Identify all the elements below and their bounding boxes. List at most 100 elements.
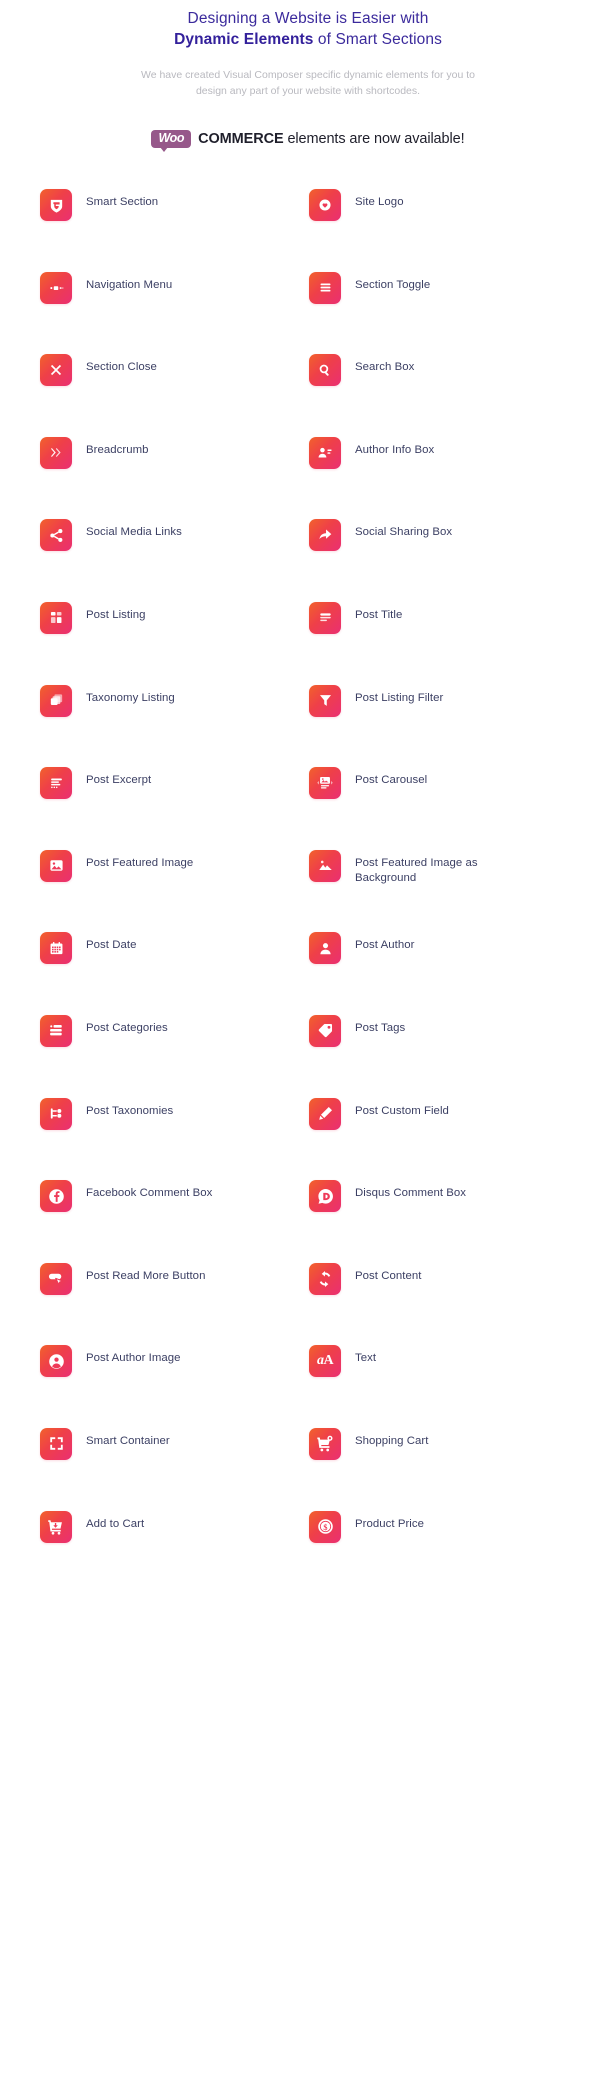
stacked-squares-icon [40, 684, 72, 717]
element-label: Post Listing [86, 608, 146, 621]
element-label: Add to Cart [86, 1517, 145, 1530]
element-item[interactable]: Post Categories [40, 1014, 309, 1097]
element-label: Post Date [86, 939, 137, 952]
hamburger-lines-icon [309, 271, 341, 304]
woocommerce-banner-text: COMMERCE elements are now available! [198, 130, 464, 148]
add-to-cart-icon [40, 1510, 72, 1543]
element-item[interactable]: Post Listing Filter [309, 684, 578, 767]
cursor-button-icon [40, 1262, 72, 1295]
element-item[interactable]: aA Text [309, 1344, 578, 1427]
element-label: Post Featured Image [86, 856, 194, 869]
element-label: Post Read More Button [86, 1269, 206, 1282]
element-label: Navigation Menu [86, 278, 173, 291]
element-item[interactable]: Navigation Menu [40, 271, 309, 354]
dynamic-elements-grid: Smart Section Site Logo Navigation Menu Sec… [0, 188, 616, 1592]
refresh-content-icon [309, 1262, 341, 1295]
close-x-icon [40, 354, 72, 387]
element-item[interactable]: Smart Section [40, 188, 309, 271]
page-title: Designing a Website is Easier with Dynam… [40, 8, 576, 50]
element-label: Search Box [355, 361, 415, 374]
user-icon [309, 932, 341, 965]
element-item[interactable]: Post Read More Button [40, 1262, 309, 1345]
smart-section-shield-icon [40, 189, 72, 221]
element-item[interactable]: Add to Cart [40, 1510, 309, 1593]
woocommerce-banner: Woo COMMERCE elements are now available! [0, 130, 616, 152]
element-item[interactable]: Social Sharing Box [309, 518, 578, 601]
element-item[interactable]: Breadcrumb [40, 436, 309, 519]
element-label: Facebook Comment Box [86, 1187, 213, 1200]
element-label: Post Author [355, 939, 415, 952]
element-item[interactable]: Post Author Image [40, 1344, 309, 1427]
element-label: Section Toggle [355, 278, 431, 291]
element-label: Social Media Links [86, 526, 182, 539]
headline-rest: of Smart Sections [313, 31, 442, 48]
element-item[interactable]: Post Taxonomies [40, 1097, 309, 1180]
text-lines-icon [309, 601, 341, 634]
element-item[interactable]: Social Media Links [40, 518, 309, 601]
author-info-icon [309, 436, 341, 469]
element-label: Section Close [86, 361, 157, 374]
element-item[interactable]: Post Title [309, 601, 578, 684]
element-item[interactable]: Author Info Box [309, 436, 578, 519]
element-item[interactable]: Section Close [40, 353, 309, 436]
headline-line-1: Designing a Website is Easier with [187, 10, 429, 27]
element-item[interactable]: Post Carousel [309, 766, 578, 849]
category-list-icon [40, 1014, 72, 1047]
element-label: Site Logo [355, 196, 404, 208]
pencil-icon [309, 1097, 341, 1130]
element-label: Post Featured Image as Background [355, 856, 478, 884]
woocommerce-banner-strong: COMMERCE [198, 131, 284, 147]
element-label: Author Info Box [355, 443, 435, 456]
share-arrow-icon [309, 519, 341, 552]
element-label: Product Price [355, 1517, 425, 1530]
facebook-icon [40, 1180, 72, 1213]
element-item[interactable]: Post Excerpt [40, 766, 309, 849]
element-label: Disqus Comment Box [355, 1187, 467, 1200]
element-label: Smart Section [86, 196, 159, 208]
excerpt-lines-icon [40, 767, 72, 800]
element-item[interactable]: Taxonomy Listing [40, 684, 309, 767]
element-item[interactable]: Shopping Cart [309, 1427, 578, 1510]
element-label: Post Custom Field [355, 1104, 449, 1117]
woocommerce-logo-badge: Woo [151, 130, 192, 152]
text-aA-icon: aA [309, 1345, 341, 1378]
element-item[interactable]: Section Toggle [309, 271, 578, 354]
element-item[interactable]: Post Author [309, 931, 578, 1014]
element-item[interactable]: Site Logo [309, 188, 578, 271]
element-item[interactable]: Post Tags [309, 1014, 578, 1097]
dynamic-elements-page: Designing a Website is Easier with Dynam… [0, 0, 616, 2088]
element-item[interactable]: Smart Container [40, 1427, 309, 1510]
element-item[interactable]: Post Featured Image [40, 849, 309, 932]
carousel-image-icon [309, 767, 341, 800]
user-circle-icon [40, 1345, 72, 1378]
element-item[interactable]: Post Custom Field [309, 1097, 578, 1180]
element-item[interactable]: Post Listing [40, 601, 309, 684]
expand-corners-icon [40, 1427, 72, 1460]
image-frame-icon [40, 849, 72, 882]
element-item[interactable]: Post Date [40, 931, 309, 1014]
element-item[interactable]: Search Box [309, 353, 578, 436]
element-label: Smart Container [86, 1434, 170, 1447]
funnel-filter-icon [309, 684, 341, 717]
shopping-cart-badge-icon [309, 1427, 341, 1460]
element-label: Post Author Image [86, 1352, 181, 1365]
disqus-icon [309, 1180, 341, 1213]
double-chevron-right-icon [40, 436, 72, 469]
element-item[interactable]: Post Content [309, 1262, 578, 1345]
element-label: Shopping Cart [355, 1434, 429, 1447]
element-label: Breadcrumb [86, 443, 149, 456]
element-label: Post Listing Filter [355, 691, 444, 704]
element-label: Post Title [355, 608, 403, 621]
element-item[interactable]: Disqus Comment Box [309, 1179, 578, 1262]
element-item[interactable]: Facebook Comment Box [40, 1179, 309, 1262]
taxonomy-tree-icon [40, 1097, 72, 1130]
element-label: Post Carousel [355, 774, 428, 787]
dollar-coin-icon: $ [309, 1510, 341, 1543]
element-item[interactable]: Post Featured Image as Background [309, 849, 578, 932]
headline-emphasis: Dynamic Elements [174, 31, 314, 48]
element-item[interactable]: $ Product Price [309, 1510, 578, 1593]
grid-blocks-icon [40, 601, 72, 634]
element-label: Social Sharing Box [355, 526, 453, 539]
woocommerce-banner-rest: elements are now available! [283, 131, 465, 147]
share-nodes-icon [40, 519, 72, 552]
